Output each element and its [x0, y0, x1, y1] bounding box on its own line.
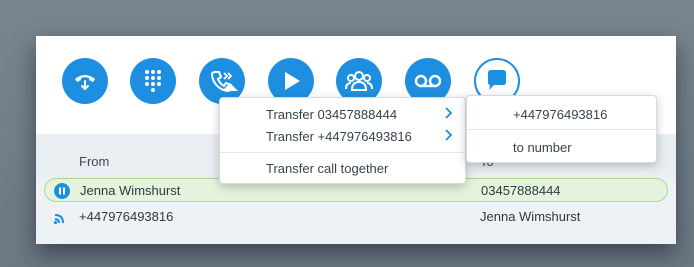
- menu-item-label: Transfer +447976493816: [266, 129, 412, 144]
- ringing-status-icon: [53, 209, 69, 228]
- submenu-divider: [467, 129, 656, 130]
- call-to: Jenna Wimshurst: [480, 209, 581, 224]
- hangup-button[interactable]: [62, 58, 108, 104]
- chevron-right-icon: [443, 105, 453, 124]
- voicemail-icon: [414, 72, 442, 90]
- hold-status-icon: [54, 183, 70, 202]
- dialpad-button[interactable]: [130, 58, 176, 104]
- column-header-from[interactable]: From: [79, 154, 109, 169]
- menu-item-transfer-2[interactable]: Transfer +447976493816: [220, 125, 465, 147]
- menu-item-label: Transfer 03457888444: [266, 107, 398, 122]
- chat-icon: [483, 67, 511, 95]
- transfer-menu: Transfer 03457888444 Transfer +447976493…: [219, 97, 466, 184]
- menu-caret: [222, 83, 238, 91]
- menu-item-transfer-together[interactable]: Transfer call together: [220, 157, 465, 179]
- chevron-right-icon: [443, 127, 453, 146]
- conference-icon: [344, 68, 374, 94]
- hangup-icon: [71, 67, 99, 95]
- menu-divider: [220, 152, 465, 153]
- submenu-item-number[interactable]: +447976493816: [467, 103, 656, 125]
- dialpad-icon: [142, 68, 164, 94]
- call-from: +447976493816: [79, 209, 174, 224]
- submenu-item-label: to number: [513, 140, 572, 155]
- menu-item-transfer-1[interactable]: Transfer 03457888444: [220, 103, 465, 125]
- call-from: Jenna Wimshurst: [80, 183, 181, 198]
- submenu-item-label: +447976493816: [513, 107, 608, 122]
- transfer-submenu: +447976493816 to number: [466, 95, 657, 163]
- menu-item-label: Transfer call together: [266, 161, 389, 176]
- submenu-item-to-number[interactable]: to number: [467, 136, 656, 158]
- play-icon: [280, 70, 302, 92]
- call-row[interactable]: +447976493816 Jenna Wimshurst: [44, 205, 668, 229]
- call-to: 03457888444: [481, 183, 561, 198]
